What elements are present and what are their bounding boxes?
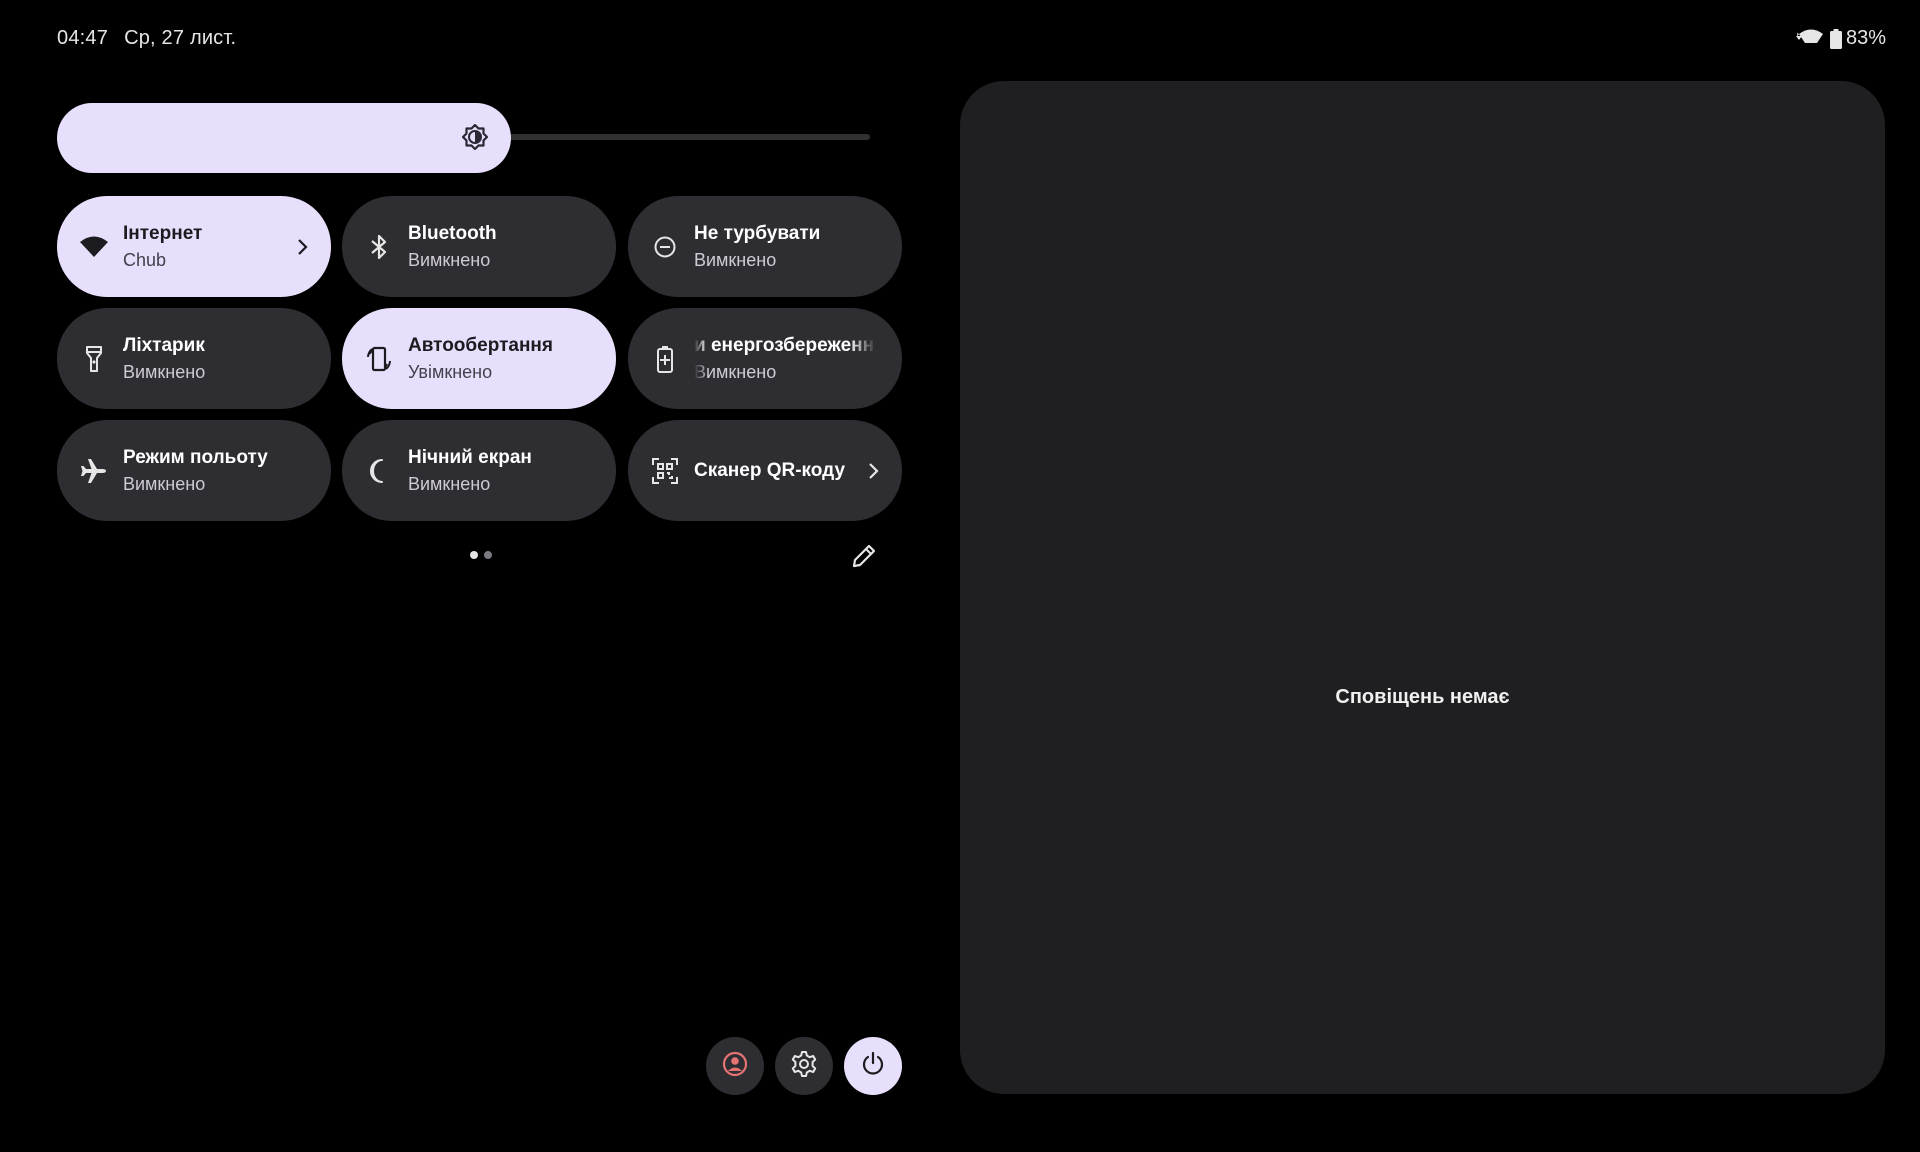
tile-qr-scanner[interactable]: Сканер QR-коду (628, 420, 902, 521)
page-dot-1 (470, 551, 478, 559)
tile-do-not-disturb[interactable]: Не турбувати Вимкнено (628, 196, 902, 297)
night-light-icon (364, 456, 394, 486)
power-icon (860, 1051, 886, 1082)
tile-bluetooth-status: Вимкнено (408, 249, 491, 270)
tile-auto-rotate[interactable]: Автообертання Увімкнено (342, 308, 616, 409)
wifi-icon (79, 232, 109, 262)
battery-percent: 83% (1845, 27, 1886, 49)
page-dot-2 (484, 551, 492, 559)
status-time: 04:47 (57, 27, 109, 49)
tile-night-light[interactable]: Нічний екран Вимкнено (342, 420, 616, 521)
chevron-right-icon (295, 238, 309, 256)
tile-bluetooth[interactable]: Bluetooth Вимкнено (342, 196, 616, 297)
do-not-disturb-icon (650, 232, 680, 262)
chevron-right-icon (866, 462, 880, 480)
status-bar-right: 83% (1795, 27, 1886, 50)
tile-internet-status: Chub (123, 249, 167, 270)
tile-flashlight-label: Ліхтарик (123, 334, 205, 356)
tile-airplane-status: Вимкнено (123, 473, 206, 494)
tile-flashlight-status: Вимкнено (123, 361, 206, 382)
tile-night-light-label: Нічний екран (408, 446, 532, 468)
auto-rotate-icon (364, 344, 394, 374)
page-indicator (470, 551, 492, 559)
brightness-icon (461, 123, 489, 151)
tile-auto-rotate-status: Увімкнено (408, 361, 493, 382)
tile-flashlight[interactable]: Ліхтарик Вимкнено (57, 308, 331, 409)
tile-internet[interactable]: Інтернет Chub (57, 196, 331, 297)
tile-bluetooth-label: Bluetooth (408, 222, 497, 244)
tile-dnd-status: Вимкнено (694, 249, 777, 270)
tile-airplane-mode[interactable]: Режим польоту Вимкнено (57, 420, 331, 521)
tile-night-light-status: Вимкнено (408, 473, 491, 494)
user-icon (722, 1051, 748, 1082)
battery-status-icon (1829, 28, 1842, 49)
brightness-slider[interactable] (57, 103, 511, 173)
tile-auto-rotate-label: Автообертання (408, 334, 553, 356)
edit-pencil-icon[interactable] (850, 542, 878, 570)
airplane-icon (79, 456, 109, 486)
tile-battery-saver[interactable]: и енергозбереження Вимкнено (628, 308, 902, 409)
no-notifications-text: Сповіщень немає (1335, 686, 1510, 708)
tile-dnd-label: Не турбувати (694, 222, 821, 244)
battery-saver-icon (650, 344, 680, 374)
tile-battery-saver-label: и енергозбереження (694, 334, 876, 356)
notifications-panel: Сповіщень немає (960, 81, 1885, 1094)
settings-button[interactable] (775, 1037, 833, 1095)
qr-scanner-icon (650, 456, 680, 486)
tile-qr-scanner-label: Сканер QR-коду (694, 459, 846, 481)
tile-airplane-label: Режим польоту (123, 446, 268, 468)
wifi-status-icon (1795, 29, 1826, 49)
status-date: Ср, 27 лист. (124, 27, 237, 49)
tile-internet-label: Інтернет (123, 222, 203, 244)
flashlight-icon (79, 344, 109, 374)
status-bar-left: 04:47 Ср, 27 лист. (57, 27, 236, 50)
bluetooth-icon (364, 232, 394, 262)
power-button[interactable] (844, 1037, 902, 1095)
tile-battery-saver-status: Вимкнено (694, 361, 777, 382)
settings-icon (790, 1050, 818, 1083)
quick-settings-screen: 04:47 Ср, 27 лист. 83% Інтернет Chub Blu… (0, 0, 1920, 1152)
user-button[interactable] (706, 1037, 764, 1095)
